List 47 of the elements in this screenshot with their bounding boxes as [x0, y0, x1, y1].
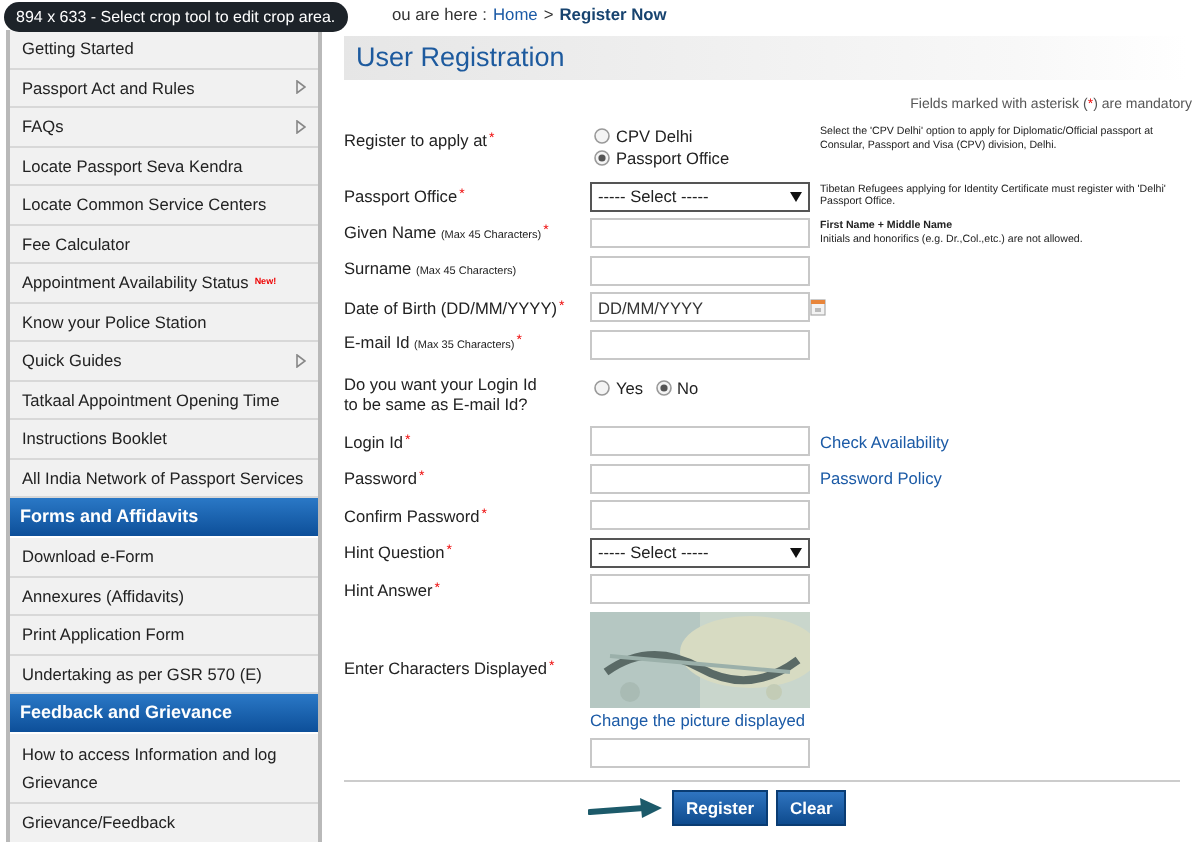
- radio-button[interactable]: [655, 379, 672, 395]
- sidebar-item[interactable]: Passport Act and Rules: [10, 69, 318, 108]
- input-field[interactable]: [590, 255, 810, 286]
- sidebar-item[interactable]: Undertaking as per GSR 570 (E): [10, 655, 318, 694]
- input-field[interactable]: [590, 500, 810, 531]
- date-field[interactable]: DD/MM/YYYY: [590, 292, 810, 323]
- select-dropdown[interactable]: ----- Select -----: [590, 181, 810, 212]
- input-field[interactable]: [590, 463, 810, 494]
- radio-button[interactable]: [594, 150, 610, 166]
- radio-label: Passport Office: [616, 148, 730, 168]
- field-label: Do you want your Login Id to be same as E-mail Id?: [344, 373, 539, 413]
- input-field[interactable]: [590, 738, 810, 768]
- sidebar-section-header: Forms and Affidavits: [10, 498, 318, 538]
- arrow-icon: [588, 796, 664, 820]
- dropdown-arrow-icon: [790, 191, 802, 202]
- sidebar-section-header: Feedback and Grievance: [10, 694, 318, 734]
- sidebar-item[interactable]: Fee Calculator: [10, 225, 318, 264]
- breadcrumb-separator: >: [543, 2, 554, 28]
- input-field[interactable]: [590, 329, 810, 360]
- breadcrumb-link[interactable]: Home: [493, 0, 538, 28]
- dropdown-arrow-icon: [790, 547, 802, 558]
- field-link[interactable]: Check Availability: [820, 431, 1196, 452]
- sidebar-item[interactable]: Locate Passport Seva Kendra: [10, 147, 318, 186]
- radio-button[interactable]: [594, 128, 610, 144]
- form-button[interactable]: Clear: [776, 790, 847, 826]
- radio-label: Yes: [616, 377, 644, 397]
- change-picture-link[interactable]: Change the picture displayed: [590, 710, 810, 730]
- crop-tooltip: 894 x 633 - Select crop tool to edit crop area.: [4, 2, 348, 32]
- input-field[interactable]: [590, 426, 810, 457]
- calendar-icon[interactable]: [810, 298, 826, 317]
- breadcrumb-label: ou are here :: [392, 2, 487, 28]
- submenu-triangle-icon: [296, 119, 306, 134]
- sidebar-item[interactable]: All India Network of Passport Services: [10, 459, 318, 498]
- radio-label: CPV Delhi: [616, 126, 693, 146]
- submenu-triangle-icon: [296, 353, 306, 368]
- submenu-triangle-icon: [296, 80, 306, 95]
- input-field[interactable]: [590, 218, 810, 249]
- radio-button[interactable]: [594, 379, 610, 395]
- input-field[interactable]: [590, 574, 810, 605]
- select-dropdown[interactable]: ----- Select -----: [590, 537, 810, 568]
- sidebar-item[interactable]: Tatkaal Appointment Opening Time: [10, 381, 318, 420]
- field-link[interactable]: Password Policy: [820, 468, 1196, 489]
- sidebar-item[interactable]: Annexures (Affidavits): [10, 577, 318, 616]
- breadcrumb-current: Register Now: [559, 2, 667, 28]
- form-button[interactable]: Register: [672, 790, 769, 826]
- radio-label: No: [677, 377, 699, 397]
- sidebar-item[interactable]: Know your Police Station: [10, 303, 318, 342]
